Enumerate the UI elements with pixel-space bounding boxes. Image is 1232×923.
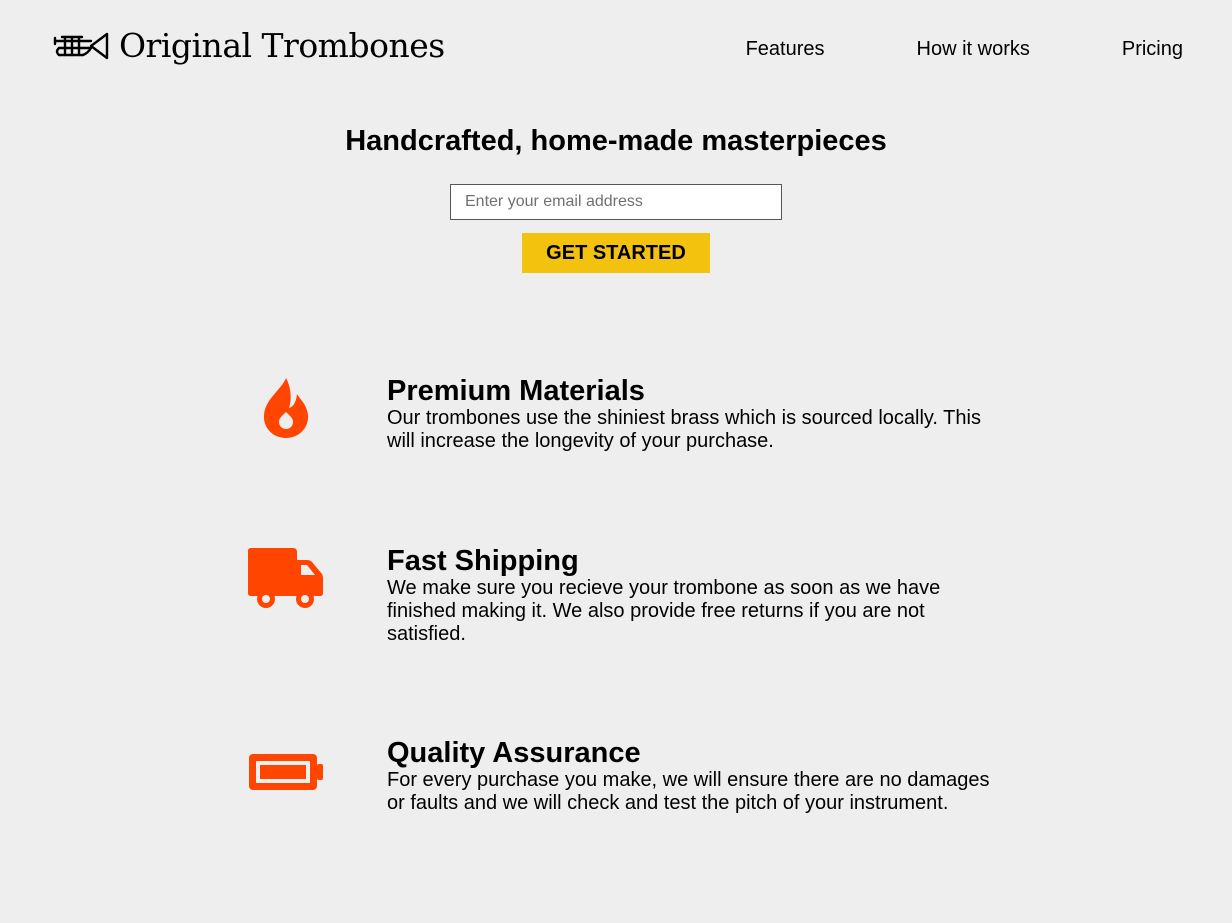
hero-title: Handcrafted, home-made masterpieces (345, 125, 887, 157)
feature-title: Fast Shipping (387, 545, 579, 577)
battery-icon (247, 752, 325, 792)
feature-title: Premium Materials (387, 375, 645, 407)
trombone-logo-icon (53, 32, 109, 60)
main-nav: Features How it works Pricing (746, 37, 1183, 61)
fire-icon (247, 377, 325, 439)
get-started-button[interactable]: GET STARTED (522, 233, 710, 273)
truck-icon (247, 547, 325, 609)
feature-title: Quality Assurance (387, 737, 641, 769)
logo-text: Original Trombones (119, 26, 445, 65)
feature-text: Premium Materials Our trombones use the … (387, 375, 997, 453)
nav-link-pricing[interactable]: Pricing (1122, 37, 1183, 61)
feature-description: Our trombones use the shiniest brass whi… (387, 407, 981, 452)
feature-text: Quality Assurance For every purchase you… (387, 737, 997, 815)
site-header: Original Trombones Features How it works… (0, 0, 1232, 100)
feature-text: Fast Shipping We make sure you recieve y… (387, 545, 997, 646)
feature-description: For every purchase you make, we will ens… (387, 769, 990, 814)
nav-link-how-it-works[interactable]: How it works (917, 37, 1030, 61)
hero-section: Handcrafted, home-made masterpieces GET … (0, 120, 1232, 273)
feature-description: We make sure you recieve your trombone a… (387, 577, 941, 645)
logo-link[interactable]: Original Trombones (53, 26, 445, 66)
nav-link-features[interactable]: Features (746, 37, 825, 61)
email-input[interactable] (450, 184, 782, 220)
